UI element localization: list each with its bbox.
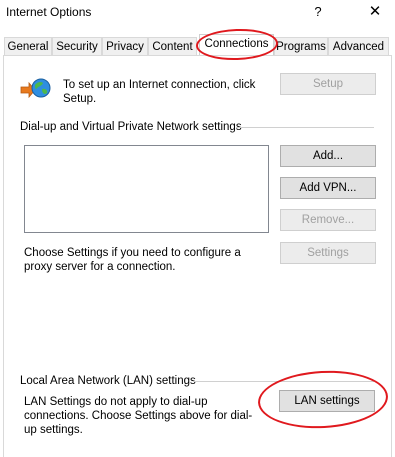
dialup-group-label: Dial-up and Virtual Private Network sett… <box>20 121 242 133</box>
lan-group-label: Local Area Network (LAN) settings <box>20 375 196 387</box>
add-vpn-button[interactable]: Add VPN... <box>280 177 376 199</box>
tab-privacy[interactable]: Privacy <box>102 37 148 55</box>
tab-content[interactable]: Content <box>148 37 197 55</box>
lan-description: LAN Settings do not apply to dial-up con… <box>24 396 253 436</box>
lan-settings-button[interactable]: LAN settings <box>279 390 375 412</box>
tab-advanced[interactable]: Advanced <box>328 37 389 55</box>
globe-arrow-icon <box>20 73 52 108</box>
group-divider <box>193 381 374 382</box>
help-button[interactable]: ? <box>306 3 330 21</box>
tab-security[interactable]: Security <box>52 37 102 55</box>
settings-button[interactable]: Settings <box>280 242 376 264</box>
connections-listbox[interactable] <box>24 145 269 233</box>
tab-programs[interactable]: Programs <box>274 37 328 55</box>
window-title: Internet Options <box>6 5 92 19</box>
tab-connections[interactable]: Connections <box>199 34 274 56</box>
setup-description: To set up an Internet connection, click … <box>63 79 256 105</box>
setup-button[interactable]: Setup <box>280 73 376 95</box>
proxy-description: Choose Settings if you need to configure… <box>24 247 241 273</box>
group-divider <box>236 127 374 128</box>
remove-button[interactable]: Remove... <box>280 209 376 231</box>
close-button[interactable]: ✕ <box>363 3 387 21</box>
tab-general[interactable]: General <box>4 37 52 55</box>
add-button[interactable]: Add... <box>280 145 376 167</box>
